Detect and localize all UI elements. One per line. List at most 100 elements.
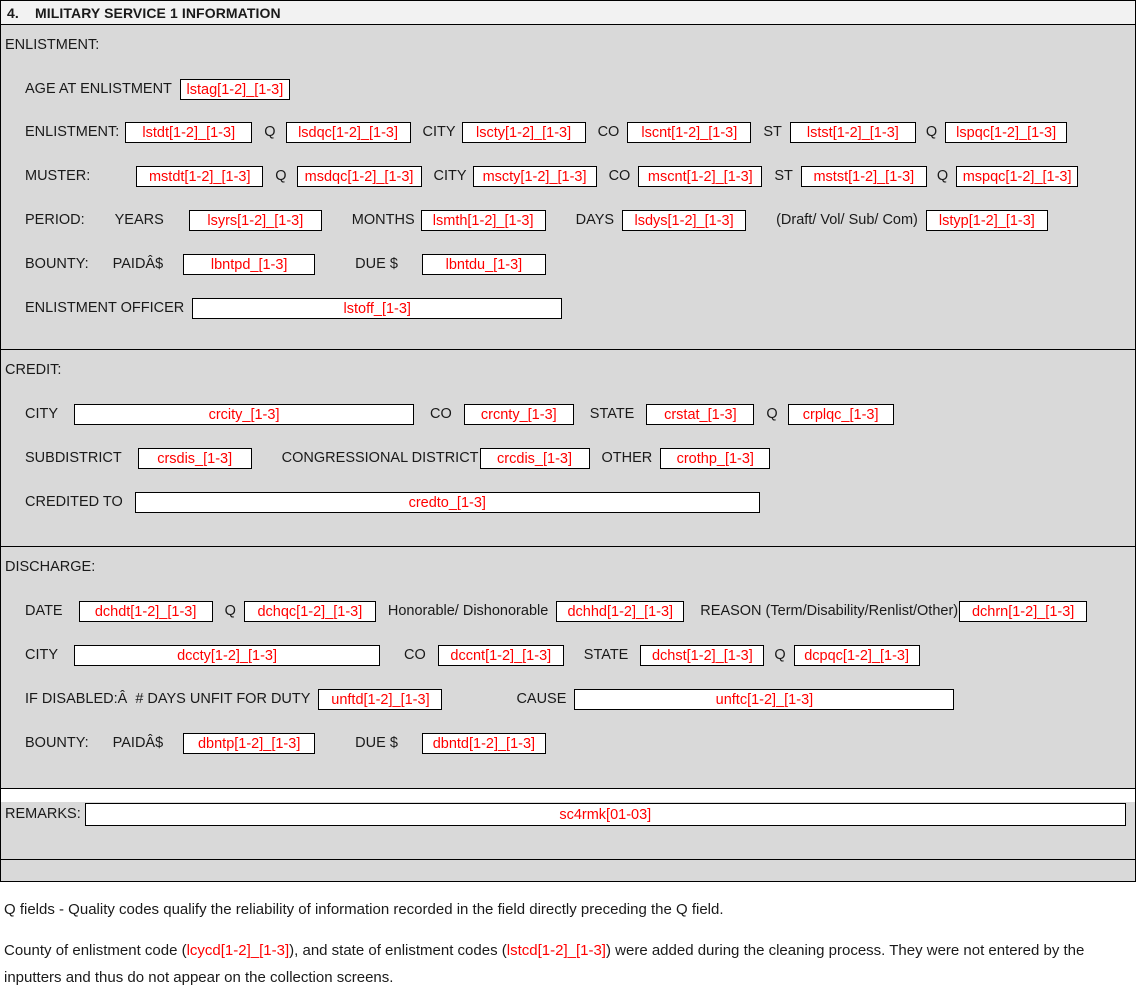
cause-field[interactable]: unftc[1-2]_[1-3] [574,689,954,710]
credit-state-label: STATE [590,406,635,422]
credit-other-field[interactable]: crothp_[1-3] [660,448,770,469]
row-muster: MUSTER: mstdt[1-2]_[1-3] Q msdqc[1-2]_[1… [1,160,1135,192]
muster-q-label: Q [275,168,286,184]
muster-st-field[interactable]: mstst[1-2]_[1-3] [801,166,927,187]
form-title-bar: 4. MILITARY SERVICE 1 INFORMATION [1,1,1135,25]
credit-heading: CREDIT: [1,350,1135,378]
enlistment-place-q-field[interactable]: lspqc[1-2]_[1-3] [945,122,1067,143]
age-at-enlistment-field[interactable]: lstag[1-2]_[1-3] [180,79,290,100]
section-number: 4. [7,5,35,21]
enlistment-city-field[interactable]: lscty[1-2]_[1-3] [462,122,586,143]
muster-q-field[interactable]: msdqc[1-2]_[1-3] [297,166,422,187]
muster-place-q-field[interactable]: mspqc[1-2]_[1-3] [956,166,1078,187]
if-disabled-label: IF DISABLED:Â [25,691,127,707]
credit-subdistrict-field[interactable]: crsdis_[1-3] [138,448,252,469]
note2-part2: ), and state of enlistment codes ( [289,942,507,959]
months-field[interactable]: lsmth[1-2]_[1-3] [421,210,546,231]
bounty-paid-field[interactable]: lbntpd_[1-3] [183,254,315,275]
credit-q-field[interactable]: crplqc_[1-3] [788,404,894,425]
bounty-label: BOUNTY: [25,256,89,272]
credited-to-label: CREDITED TO [25,494,123,510]
page-title: MILITARY SERVICE 1 INFORMATION [35,5,281,21]
cause-label: CAUSE [516,691,566,707]
enlistment-date-field[interactable]: lstdt[1-2]_[1-3] [125,122,252,143]
months-label: MONTHS [352,212,415,228]
enlistment-section: ENLISTMENT: AGE AT ENLISTMENT lstag[1-2]… [1,25,1135,350]
credit-section: CREDIT: CITY crcity_[1-3] CO crcnty_[1-3… [1,350,1135,547]
row-remarks: REMARKS: sc4rmk[01-03] [1,802,1135,826]
discharge-honorable-label: Honorable/ Dishonorable [388,603,548,619]
row-period: PERIOD: YEARS lsyrs[1-2]_[1-3] MONTHS ls… [1,204,1135,236]
row-bounty: BOUNTY: PAIDÂ$ lbntpd_[1-3] DUE $ lbntdu… [1,248,1135,280]
days-field[interactable]: lsdys[1-2]_[1-3] [622,210,746,231]
note-q-fields: Q fields - Quality codes qualify the rel… [4,896,1134,923]
form-bottom-strip [1,860,1135,882]
discharge-section: DISCHARGE: DATE dchdt[1-2]_[1-3] Q dchqc… [1,547,1135,789]
credit-subdistrict-label: SUBDISTRICT [25,450,122,466]
credit-state-field[interactable]: crstat_[1-3] [646,404,754,425]
enlistment-type-label: (Draft/ Vol/ Sub/ Com) [776,212,918,228]
row-if-disabled: IF DISABLED:Â # DAYS UNFIT FOR DUTY unft… [1,683,1135,715]
discharge-co-field[interactable]: dccnt[1-2]_[1-3] [438,645,564,666]
enlistment-place-q-label: Q [926,124,937,140]
row-discharge-bounty: BOUNTY: PAIDÂ$ dbntp[1-2]_[1-3] DUE $ db… [1,727,1135,759]
bounty-due-field[interactable]: lbntdu_[1-3] [422,254,546,275]
discharge-bounty-paid-field[interactable]: dbntp[1-2]_[1-3] [183,733,315,754]
row-age-at-enlistment: AGE AT ENLISTMENT lstag[1-2]_[1-3] [1,73,1135,105]
enlistment-co-field[interactable]: lscnt[1-2]_[1-3] [627,122,751,143]
muster-co-field[interactable]: mscnt[1-2]_[1-3] [638,166,762,187]
enlistment-st-field[interactable]: lstst[1-2]_[1-3] [790,122,916,143]
years-label: YEARS [115,212,164,228]
discharge-date-label: DATE [25,603,63,619]
muster-co-label: CO [609,168,631,184]
muster-date-field[interactable]: mstdt[1-2]_[1-3] [136,166,263,187]
period-label: PERIOD: [25,212,85,228]
discharge-city-label: CITY [25,647,58,663]
credited-to-field[interactable]: credto_[1-3] [135,492,760,513]
credit-co-label: CO [430,406,452,422]
discharge-q-field[interactable]: dcpqc[1-2]_[1-3] [794,645,920,666]
remarks-label: REMARKS: [5,806,81,822]
muster-place-q-label: Q [937,168,948,184]
remarks-section: REMARKS: sc4rmk[01-03] [1,802,1135,860]
discharge-honorable-field[interactable]: dchhd[1-2]_[1-3] [556,601,684,622]
enlistment-city-label: CITY [423,124,456,140]
row-discharge-city: CITY dccty[1-2]_[1-3] CO dccnt[1-2]_[1-3… [1,639,1135,671]
row-credit-city: CITY crcity_[1-3] CO crcnty_[1-3] STATE … [1,398,1135,430]
enlistment-co-label: CO [598,124,620,140]
military-service-form: 4. MILITARY SERVICE 1 INFORMATION ENLIST… [0,0,1136,882]
footer-notes: Q fields - Quality codes qualify the rel… [0,882,1138,991]
credit-co-field[interactable]: crcnty_[1-3] [464,404,574,425]
years-field[interactable]: lsyrs[1-2]_[1-3] [189,210,322,231]
discharge-state-field[interactable]: dchst[1-2]_[1-3] [640,645,764,666]
enlistment-officer-field[interactable]: lstoff_[1-3] [192,298,562,319]
discharge-bounty-due-label: DUE $ [355,735,398,751]
days-label: DAYS [576,212,614,228]
credit-city-field[interactable]: crcity_[1-3] [74,404,414,425]
muster-city-field[interactable]: mscty[1-2]_[1-3] [473,166,597,187]
discharge-bounty-due-field[interactable]: dbntd[1-2]_[1-3] [422,733,546,754]
discharge-date-field[interactable]: dchdt[1-2]_[1-3] [79,601,213,622]
discharge-bounty-label: BOUNTY: [25,735,89,751]
muster-city-label: CITY [434,168,467,184]
note2-county-code: lcycd[1-2]_[1-3] [187,942,290,959]
age-at-enlistment-label: AGE AT ENLISTMENT [25,81,172,97]
credit-other-label: OTHER [602,450,653,466]
bounty-paid-label: PAIDÂ$ [113,256,164,272]
bounty-due-label: DUE $ [355,256,398,272]
enlistment-q-field[interactable]: lsdqc[1-2]_[1-3] [286,122,411,143]
remarks-field[interactable]: sc4rmk[01-03] [85,803,1126,826]
row-enlistment: ENLISTMENT: lstdt[1-2]_[1-3] Q lsdqc[1-2… [1,116,1135,148]
days-unfit-field[interactable]: unftd[1-2]_[1-3] [318,689,442,710]
discharge-co-label: CO [404,647,426,663]
note-cleaning-process: County of enlistment code (lcycd[1-2]_[1… [4,937,1134,991]
discharge-reason-field[interactable]: dchrn[1-2]_[1-3] [959,601,1087,622]
row-credited-to: CREDITED TO credto_[1-3] [1,486,1135,518]
discharge-city-field[interactable]: dccty[1-2]_[1-3] [74,645,380,666]
enlistment-type-field[interactable]: lstyp[1-2]_[1-3] [926,210,1048,231]
discharge-date-q-field[interactable]: dchqc[1-2]_[1-3] [244,601,376,622]
credit-congressional-district-field[interactable]: crcdis_[1-3] [480,448,590,469]
credit-q-label: Q [766,406,777,422]
muster-st-label: ST [774,168,793,184]
row-credit-subdistrict: SUBDISTRICT crsdis_[1-3] CONGRESSIONAL D… [1,442,1135,474]
